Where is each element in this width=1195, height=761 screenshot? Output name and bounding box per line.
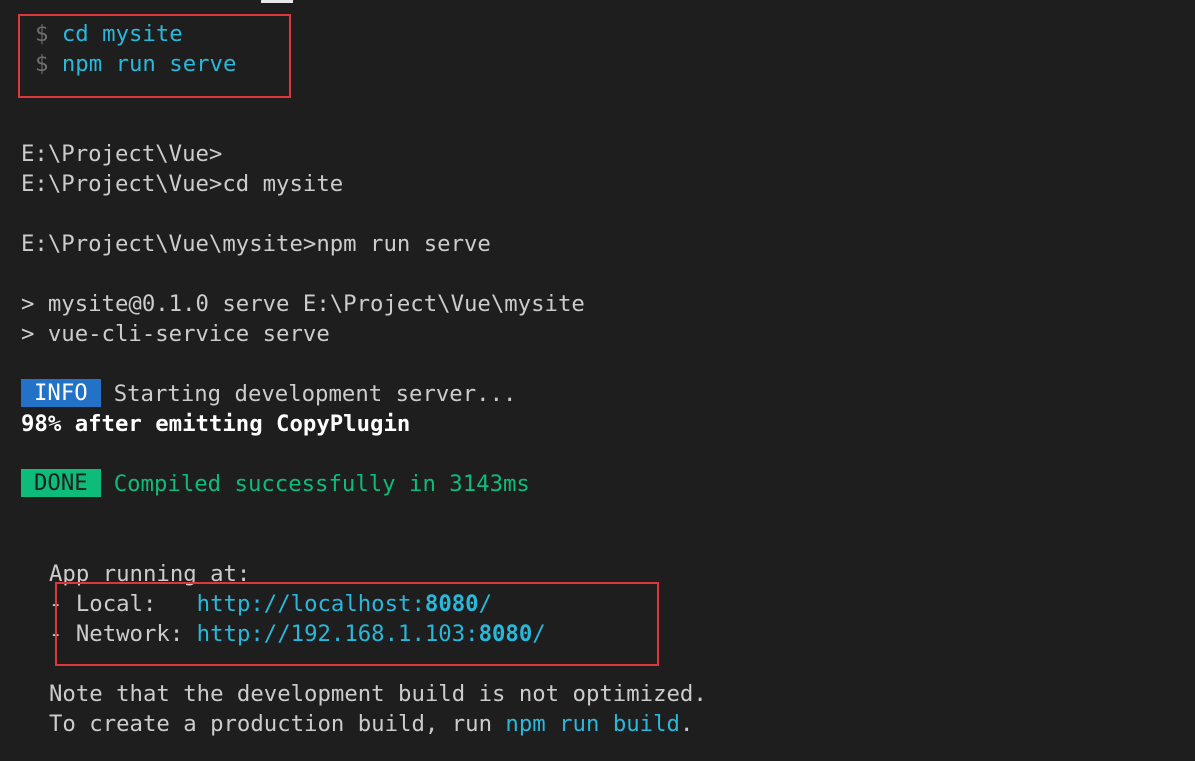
done-badge: DONE bbox=[21, 469, 101, 497]
note-line: Note that the development build is not o… bbox=[49, 681, 707, 707]
command-line-1: $ cd mysite bbox=[35, 19, 183, 49]
command-line-2: $ npm run serve bbox=[35, 49, 236, 79]
prompt-symbol: $ bbox=[35, 21, 49, 47]
note-line: To create a production build, run npm ru… bbox=[49, 711, 694, 737]
info-line: INFO Starting development server... bbox=[21, 379, 516, 409]
info-text: Starting development server... bbox=[113, 381, 517, 407]
prompt-line: E:\Project\Vue>cd mysite bbox=[21, 171, 344, 197]
build-command: npm run build bbox=[505, 711, 680, 737]
script-line: > mysite@0.1.0 serve E:\Project\Vue\mysi… bbox=[21, 291, 585, 317]
done-text: Compiled successfully in 3143ms bbox=[113, 471, 530, 497]
progress-line: 98% after emitting CopyPlugin bbox=[21, 411, 411, 437]
command-text: npm run serve bbox=[61, 51, 237, 77]
terminal-cursor-mark bbox=[261, 0, 293, 3]
urls-highlight-box bbox=[55, 582, 659, 666]
prompt-line: E:\Project\Vue> bbox=[21, 141, 223, 167]
done-line: DONE Compiled successfully in 3143ms bbox=[21, 469, 530, 499]
script-line: > vue-cli-service serve bbox=[21, 321, 330, 347]
prompt-symbol: $ bbox=[35, 51, 49, 77]
prompt-line: E:\Project\Vue\mysite>npm run serve bbox=[21, 231, 491, 257]
command-text: cd mysite bbox=[61, 21, 183, 47]
info-badge: INFO bbox=[21, 379, 101, 407]
